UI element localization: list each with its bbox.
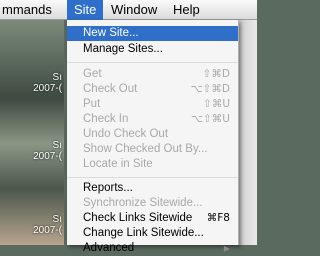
menu-item-label: Check Links Sitewide [83, 212, 193, 224]
menu-separator [67, 62, 238, 63]
background-label-line: Sı [52, 140, 62, 151]
site-menu-dropdown: New Site... Manage Sites... Get ⇧⌘D Chec… [67, 20, 239, 254]
menu-item-label: Get [83, 68, 102, 80]
menu-item-check-in[interactable]: Check In ⌥⇧⌘U [67, 112, 238, 127]
menu-item-label: Change Link Sitewide... [83, 227, 204, 239]
menu-item-label: Check In [83, 113, 129, 125]
background-label-line: 2007-( [33, 83, 62, 94]
menu-item-check-links-sitewide[interactable]: Check Links Sitewide ⌘F8 [67, 211, 238, 226]
menu-item-locate-in-site[interactable]: Locate in Site [67, 157, 238, 172]
menu-window[interactable]: Window [111, 0, 157, 20]
menu-item-advanced[interactable]: Advanced ▶ [67, 241, 238, 254]
background-label-line: 2007-( [33, 151, 62, 162]
menu-site[interactable]: Site [67, 0, 104, 20]
menu-item-label: Locate in Site [83, 158, 153, 170]
background-label-line: Sı [52, 214, 62, 225]
background-label-line: Sı [52, 72, 62, 83]
background-label: Sı 2007-( [33, 72, 62, 94]
menu-item-reports[interactable]: Reports... [67, 181, 238, 196]
shortcut-label: ⇧⌘U [203, 98, 230, 110]
menu-item-get[interactable]: Get ⇧⌘D [67, 67, 238, 82]
menu-item-undo-check-out[interactable]: Undo Check Out [67, 127, 238, 142]
background-window: Sı 2007-( Sı 2007-( Sı 2007-( [0, 20, 64, 245]
shortcut-label: ⌥⇧⌘U [190, 113, 230, 125]
menu-item-synchronize-sitewide[interactable]: Synchronize Sitewide... [67, 196, 238, 211]
menu-item-show-checked-out-by[interactable]: Show Checked Out By... [67, 142, 238, 157]
menu-item-label: Manage Sites... [83, 43, 163, 55]
menu-item-label: Reports... [83, 182, 133, 194]
menu-item-check-out[interactable]: Check Out ⌥⇧⌘D [67, 82, 238, 97]
menu-item-label: Put [83, 98, 101, 110]
submenu-arrow-icon: ▶ [223, 244, 230, 253]
shortcut-label: ⌥⇧⌘D [190, 83, 230, 95]
menu-item-change-link-sitewide[interactable]: Change Link Sitewide... [67, 226, 238, 241]
menu-commands[interactable]: mmands [2, 0, 52, 20]
menu-item-put[interactable]: Put ⇧⌘U [67, 97, 238, 112]
menu-item-label: New Site... [83, 27, 139, 39]
menu-item-label: Synchronize Sitewide... [83, 197, 203, 209]
menu-item-new-site[interactable]: New Site... [67, 26, 238, 41]
menu-item-label: Advanced [83, 242, 135, 254]
background-label: Sı 2007-( [33, 214, 62, 236]
menu-item-label: Undo Check Out [83, 128, 169, 140]
background-label: Sı 2007-( [33, 140, 62, 162]
background-window-edge [238, 20, 257, 245]
menu-help[interactable]: Help [173, 0, 200, 20]
shortcut-label: ⌘F8 [206, 212, 230, 224]
shortcut-label: ⇧⌘D [202, 68, 230, 80]
menu-item-manage-sites[interactable]: Manage Sites... [67, 42, 238, 57]
menu-bar: mmands Site Window Help [0, 0, 257, 20]
menu-separator [67, 177, 238, 178]
background-label-line: 2007-( [33, 225, 62, 236]
menu-item-label: Show Checked Out By... [83, 143, 208, 155]
menu-item-label: Check Out [83, 83, 138, 95]
